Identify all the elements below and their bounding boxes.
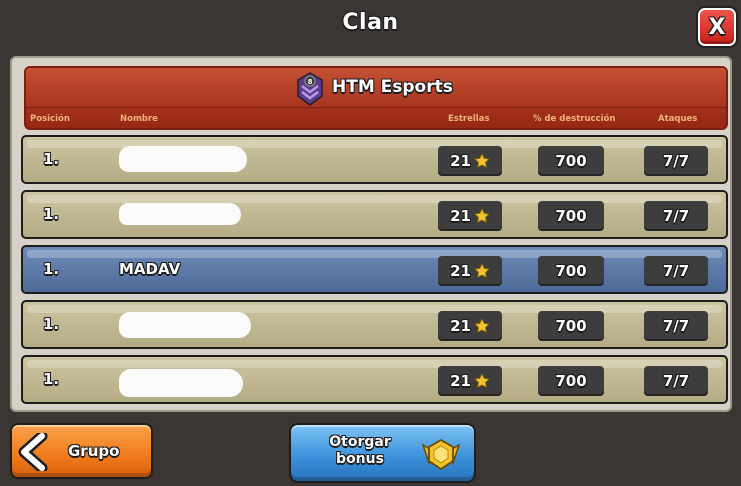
destruction-pill: 700: [538, 366, 604, 396]
row-name: MADAV: [119, 260, 181, 278]
star-icon: [474, 263, 490, 279]
redacted-name: [119, 312, 251, 338]
star-icon: [474, 208, 490, 224]
stars-pill: 21: [438, 366, 502, 396]
row-position: 1.: [43, 370, 60, 388]
column-header-attacks: Ataques: [658, 114, 698, 124]
medal-icon: [421, 437, 461, 477]
star-icon: [474, 318, 490, 334]
table-row[interactable]: 1. 21 700 7/7: [21, 300, 728, 349]
row-position: 1.: [43, 150, 60, 168]
table-row-highlighted[interactable]: 1. MADAV 21 700 7/7: [21, 245, 728, 294]
table-row[interactable]: 1. 21 700 7/7: [21, 190, 728, 239]
attacks-pill: 7/7: [644, 256, 708, 286]
clan-level: 8: [308, 78, 313, 86]
stars-pill: 21: [438, 256, 502, 286]
clan-name: HTM Esports: [332, 77, 453, 97]
row-position: 1.: [43, 260, 60, 278]
clan-badge-icon: 8: [296, 72, 324, 106]
stars-pill: 21: [438, 201, 502, 231]
attacks-pill: 7/7: [644, 146, 708, 176]
table-row[interactable]: 1. 21 700 7/7: [21, 135, 728, 184]
destruction-pill: 700: [538, 311, 604, 341]
redacted-name: [119, 369, 243, 397]
column-header-destruction: % de destrucción: [533, 114, 616, 124]
destruction-pill: 700: [538, 256, 604, 286]
window-title: Clan: [342, 10, 399, 35]
destruction-pill: 700: [538, 201, 604, 231]
column-header-name: Nombre: [120, 114, 158, 124]
destruction-pill: 700: [538, 146, 604, 176]
row-position: 1.: [43, 205, 60, 223]
attacks-pill: 7/7: [644, 366, 708, 396]
star-icon: [474, 373, 490, 389]
grant-bonus-button[interactable]: Otorgar bonus: [289, 423, 476, 483]
close-button[interactable]: X: [698, 8, 736, 46]
grant-bonus-label: Otorgar bonus: [329, 434, 391, 467]
clan-banner: 8 HTM Esports Posición Nombre Estrellas …: [24, 66, 728, 130]
attacks-pill: 7/7: [644, 201, 708, 231]
column-header-stars: Estrellas: [448, 114, 490, 124]
column-header-position: Posición: [30, 114, 70, 124]
star-icon: [474, 153, 490, 169]
back-button[interactable]: Grupo: [10, 423, 153, 479]
chevron-left-icon: [18, 430, 54, 475]
back-button-label: Grupo: [68, 442, 120, 460]
table-row[interactable]: 1. 21 700 7/7: [21, 355, 728, 404]
close-icon: X: [708, 14, 726, 40]
attacks-pill: 7/7: [644, 311, 708, 341]
row-position: 1.: [43, 315, 60, 333]
redacted-name: [119, 203, 241, 225]
stars-pill: 21: [438, 311, 502, 341]
stars-pill: 21: [438, 146, 502, 176]
clan-panel: 8 HTM Esports Posición Nombre Estrellas …: [10, 56, 732, 412]
redacted-name: [119, 146, 247, 172]
